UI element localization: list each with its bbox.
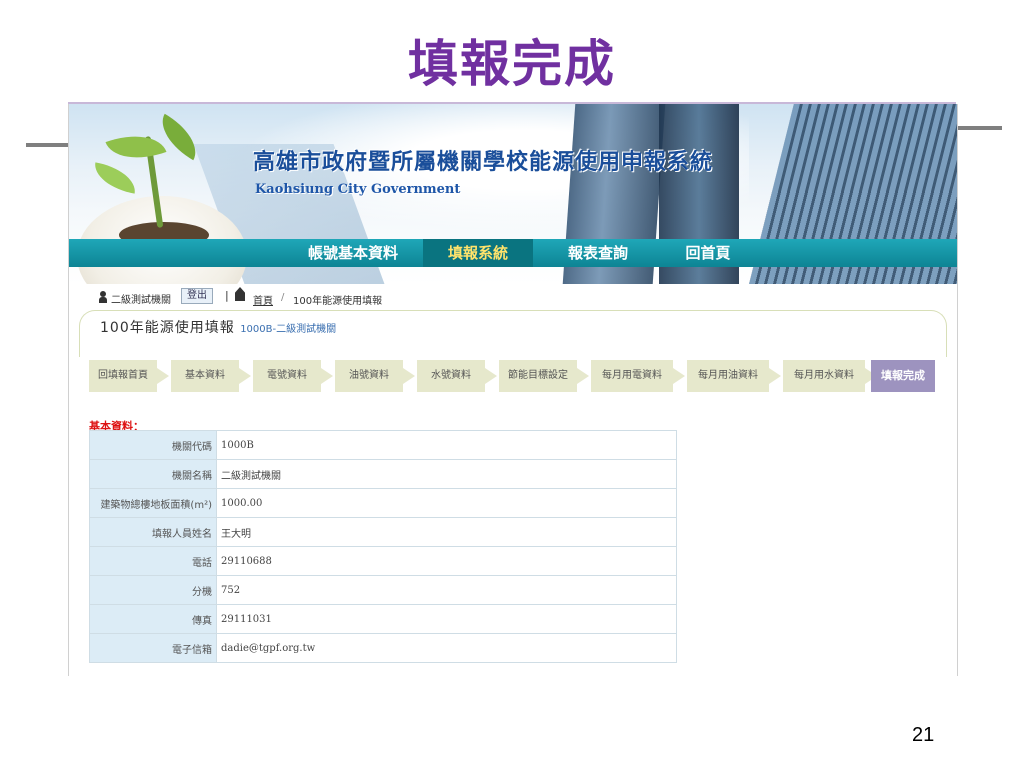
panel-title: 100年能源使用填報 1000B-二級測試機關 xyxy=(100,317,336,337)
table-row: 填報人員姓名 王大明 xyxy=(89,517,677,547)
system-title: 高雄市政府暨所屬機關學校能源使用申報系統 xyxy=(253,150,714,175)
user-bar: 二級測試機關 登出 | 首頁 / 100年能源使用填報 xyxy=(69,284,957,308)
step-complete[interactable]: 填報完成 xyxy=(871,360,935,392)
table-row: 分機 752 xyxy=(89,575,677,605)
user-icon xyxy=(99,291,107,303)
step-monthly-oil[interactable]: 每月用油資料 xyxy=(687,360,781,392)
slide-title: 填報完成 xyxy=(408,35,616,93)
step-electricity-account[interactable]: 電號資料 xyxy=(253,360,333,392)
screenshot-frame: 高雄市政府暨所屬機關學校能源使用申報系統 Kaohsiung City Gove… xyxy=(68,104,958,676)
main-nav: 帳號基本資料 填報系統 報表查詢 回首頁 xyxy=(69,239,957,267)
table-row: 傳真 29111031 xyxy=(89,604,677,634)
row-label: 機關名稱 xyxy=(89,459,217,489)
panel-subtitle: 1000B-二級測試機關 xyxy=(240,324,337,335)
row-label: 傳真 xyxy=(89,604,217,634)
row-value: 1000.00 xyxy=(216,488,677,518)
row-label: 填報人員姓名 xyxy=(89,517,217,547)
form-panel: 100年能源使用填報 1000B-二級測試機關 xyxy=(79,310,947,357)
step-back-to-home[interactable]: 回填報首頁 xyxy=(89,360,169,392)
row-value: 29110688 xyxy=(216,546,677,576)
row-label: 建築物總樓地板面積(m²) xyxy=(89,488,217,518)
breadcrumb-current: 100年能源使用填報 xyxy=(293,296,383,307)
table-row: 機關代碼 1000B xyxy=(89,430,677,460)
row-value: 29111031 xyxy=(216,604,677,634)
row-label: 分機 xyxy=(89,575,217,605)
system-subtitle: Kaohsiung City Government xyxy=(255,182,461,197)
row-label: 電子信箱 xyxy=(89,633,217,663)
header-banner: 高雄市政府暨所屬機關學校能源使用申報系統 Kaohsiung City Gove… xyxy=(69,104,957,284)
step-monthly-electricity[interactable]: 每月用電資料 xyxy=(591,360,685,392)
logout-button[interactable]: 登出 xyxy=(181,288,213,304)
page-number: 21 xyxy=(912,724,935,746)
table-row: 機關名稱 二級測試機關 xyxy=(89,459,677,489)
step-basic-info[interactable]: 基本資料 xyxy=(171,360,251,392)
step-energy-target[interactable]: 節能目標設定 xyxy=(499,360,589,392)
step-monthly-water[interactable]: 每月用水資料 xyxy=(783,360,877,392)
step-oil-account[interactable]: 油號資料 xyxy=(335,360,415,392)
row-label: 電話 xyxy=(89,546,217,576)
home-icon[interactable] xyxy=(235,287,245,301)
progress-steps: 回填報首頁 基本資料 電號資料 油號資料 水號資料 節能目標設定 每月用電資料 … xyxy=(89,360,939,392)
row-label: 機關代碼 xyxy=(89,430,217,460)
user-name: 二級測試機關 xyxy=(111,295,171,306)
table-row: 電子信箱 dadie@tgpf.org.tw xyxy=(89,633,677,663)
nav-account-info[interactable]: 帳號基本資料 xyxy=(283,239,423,267)
nav-reporting-system[interactable]: 填報系統 xyxy=(423,239,533,267)
basic-info-table: 機關代碼 1000B 機關名稱 二級測試機關 建築物總樓地板面積(m²) 100… xyxy=(89,430,677,663)
nav-home[interactable]: 回首頁 xyxy=(663,239,753,267)
table-row: 建築物總樓地板面積(m²) 1000.00 xyxy=(89,488,677,518)
row-value: dadie@tgpf.org.tw xyxy=(216,633,677,663)
bar-separator: | xyxy=(225,289,229,302)
step-water-account[interactable]: 水號資料 xyxy=(417,360,497,392)
right-deco-line xyxy=(954,126,1002,130)
row-value: 二級測試機關 xyxy=(216,459,677,489)
breadcrumb-separator: / xyxy=(281,292,285,303)
row-value: 752 xyxy=(216,575,677,605)
row-value: 王大明 xyxy=(216,517,677,547)
breadcrumb-home-link[interactable]: 首頁 xyxy=(253,292,273,307)
table-row: 電話 29110688 xyxy=(89,546,677,576)
panel-title-text: 100年能源使用填報 xyxy=(100,320,235,336)
left-deco-line xyxy=(26,143,70,147)
nav-report-query[interactable]: 報表查詢 xyxy=(543,239,653,267)
row-value: 1000B xyxy=(216,430,677,460)
